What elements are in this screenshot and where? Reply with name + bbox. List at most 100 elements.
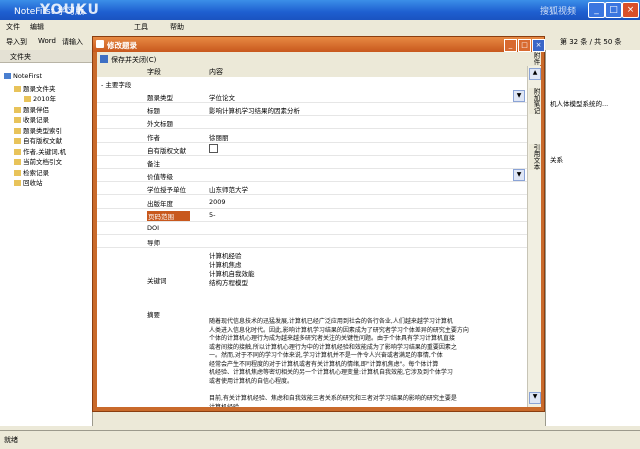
menu-file[interactable]: 文件: [6, 22, 20, 32]
menu-tools[interactable]: 工具: [134, 22, 148, 32]
dialog-body: 保存并关闭(C) 字段 内容 - 主要字段 题录类型 学位论文 ▼ 标题 影响计算机学习…: [97, 52, 541, 407]
abstract-line: 计算机经验: [209, 403, 240, 408]
tab-attachment[interactable]: 附件: [529, 52, 541, 65]
tree-item[interactable]: 2010年: [24, 93, 57, 103]
table-row[interactable]: 外文标题: [97, 115, 527, 130]
field-label: 出版年度: [147, 199, 173, 208]
main-titlebar: NoteFirst 学习版 YOUKU 搜狐视频 _ □ ×: [0, 0, 640, 20]
menu-bar: 文件 编辑 工具 帮助: [0, 20, 640, 34]
dialog-titlebar[interactable]: 修改题录 _ □ ×: [93, 37, 545, 52]
abstract-line: 或者间接的接触,所以计算机心理行为中的计算机经验和效能成为了影响学习结果的重要因…: [209, 343, 457, 351]
tree-item[interactable]: NoteFirst: [4, 72, 42, 81]
field-grid: - 主要字段 题录类型 学位论文 ▼ 标题 影响计算机学习结果的因素分析 外文标题 作者 徐丽…: [97, 77, 527, 407]
table-row[interactable]: 标题 影响计算机学习结果的因素分析: [97, 102, 527, 117]
field-value[interactable]: 山东师范大学: [209, 184, 248, 194]
section-header[interactable]: - 主要字段: [101, 79, 131, 89]
column-header-content[interactable]: 内容: [209, 67, 223, 77]
tree-item[interactable]: 检索记录: [14, 167, 49, 177]
dialog-minimize-button[interactable]: _: [504, 39, 517, 52]
abstract-line: 机经验、计算机焦虑等密切相关的另一个计算机心理变量:计算机自我效能,它涉及到个体…: [209, 369, 453, 376]
field-value[interactable]: 徐丽丽: [209, 132, 229, 142]
table-row[interactable]: 价值等级 ▼: [97, 168, 527, 183]
tree-item[interactable]: 题录文件夹: [14, 83, 56, 93]
word-button[interactable]: Word: [38, 37, 56, 45]
folder-icon: [14, 148, 21, 155]
watermark-logo-2: 搜狐视频: [540, 7, 577, 17]
folder-panel-header: 文件夹: [0, 50, 92, 63]
save-close-button[interactable]: 保存并关闭(C): [111, 55, 156, 65]
folder-icon: [14, 159, 21, 165]
import-button[interactable]: 导入到: [6, 37, 27, 47]
tree-item-label: 题录伴侣: [23, 105, 49, 114]
abstract-line: 人类进入信息化时代。因此,影响计算机学习结果的因素成为了研究者学习个体差异的研究…: [209, 326, 469, 334]
abstract-line: 一。然而,对于不同的学习个体来说,学习计算机并不是一件令人兴奋或者满足的事情,个…: [209, 352, 443, 359]
checkbox[interactable]: [209, 143, 218, 153]
field-label: 学位授予单位: [147, 186, 186, 195]
tree-item[interactable]: 题录伴侣: [14, 104, 49, 114]
field-value[interactable]: 2009: [209, 198, 226, 206]
tree-item[interactable]: 收录记录: [14, 114, 49, 124]
tree-item[interactable]: 回收站: [14, 177, 43, 187]
menu-edit[interactable]: 编辑: [30, 22, 44, 32]
tab-notes[interactable]: 附加笔记: [529, 88, 541, 114]
dialog-maximize-button[interactable]: □: [518, 39, 531, 52]
abstract-line: 或者使用计算机的自信心程度。: [209, 377, 294, 385]
table-row[interactable]: 题录类型 学位论文 ▼: [97, 89, 527, 103]
menu-help[interactable]: 帮助: [170, 22, 184, 32]
close-button[interactable]: ×: [622, 2, 639, 18]
dialog-side-tabs: 附件 附加笔记 引用文本: [528, 52, 542, 192]
chevron-down-icon[interactable]: ▼: [513, 90, 525, 102]
tree-item-label: 题录文件夹: [23, 84, 56, 93]
tree-item[interactable]: 自有版权文献: [14, 135, 62, 145]
field-label: 外文标题: [147, 120, 173, 129]
page-info: 第 32 条 / 共 50 条: [560, 38, 622, 46]
folder-panel-title: 文件夹: [10, 53, 31, 61]
tree-item-label: 2010年: [33, 95, 57, 103]
dialog-app-icon: [96, 40, 104, 48]
table-row[interactable]: 备注: [97, 155, 527, 169]
tree-item[interactable]: 作者,关键词,机: [14, 146, 67, 156]
column-header-field[interactable]: 字段: [147, 67, 161, 77]
field-label: 作者: [147, 133, 160, 142]
watermark-logo: YOUKU: [40, 2, 100, 18]
record-list-panel: 机人体模型系统的... 关系: [545, 50, 640, 426]
table-row[interactable]: 作者 徐丽丽: [97, 129, 527, 143]
table-row[interactable]: 学位授予单位 山东师范大学: [97, 181, 527, 196]
keyword-item[interactable]: 结构方程模型: [209, 277, 248, 287]
abstract-line: 随着现代信息技术的迅猛发展,计算机已经广泛应用到社会的各行各业,人们越来越学习计…: [209, 318, 453, 325]
table-row[interactable]: 自有版权文献: [97, 142, 527, 156]
folder-icon: [14, 180, 21, 186]
dialog-close-button[interactable]: ×: [532, 39, 545, 52]
tree-item[interactable]: 题录类型索引: [14, 125, 62, 135]
tab-citation[interactable]: 引用文本: [529, 144, 541, 170]
tree-item-label: 自有版权文献: [23, 137, 62, 145]
field-label: 自有版权文献: [147, 146, 186, 155]
minimize-button[interactable]: _: [588, 2, 605, 18]
folder-icon: [14, 127, 21, 134]
table-row[interactable]: DOI: [97, 221, 527, 235]
field-label: 页码范围: [147, 210, 190, 221]
tree-item[interactable]: 当前文档引文: [14, 156, 62, 166]
chevron-down-icon[interactable]: ▼: [513, 169, 525, 182]
tree-item-label: 作者,关键词,机: [23, 147, 67, 156]
maximize-button[interactable]: □: [605, 2, 622, 18]
edit-record-dialog: 修改题录 _ □ × 保存并关闭(C) 字段 内容 - 主要字段 题录类型 学位论…: [92, 36, 545, 412]
field-label: 导师: [147, 239, 160, 248]
list-item[interactable]: 机人体模型系统的...: [550, 98, 608, 108]
tree-item-label: 当前文档引文: [23, 158, 62, 166]
tree-item-label: 回收站: [23, 179, 43, 187]
field-label: 标题: [147, 107, 160, 116]
list-item[interactable]: 关系: [550, 154, 563, 164]
dialog-toolbar: 保存并关闭(C): [97, 52, 540, 67]
table-row[interactable]: 页码范围 5-: [97, 208, 527, 222]
scroll-down-icon[interactable]: ▼: [529, 392, 541, 404]
keywords-row: 关键词: [97, 272, 527, 285]
table-row[interactable]: 导师: [97, 234, 527, 249]
abstract-line: 经常会产生不同程度的对于计算机或者有关计算机的情绪,即"计算机焦虑"。每个体计算: [209, 360, 439, 368]
field-value[interactable]: 学位论文: [209, 92, 235, 102]
field-value[interactable]: 5-: [209, 211, 215, 219]
insert-button[interactable]: 请输入: [62, 37, 83, 47]
field-value[interactable]: 影响计算机学习结果的因素分析: [209, 105, 300, 115]
database-icon: [4, 73, 11, 79]
table-row[interactable]: 出版年度 2009: [97, 195, 527, 209]
